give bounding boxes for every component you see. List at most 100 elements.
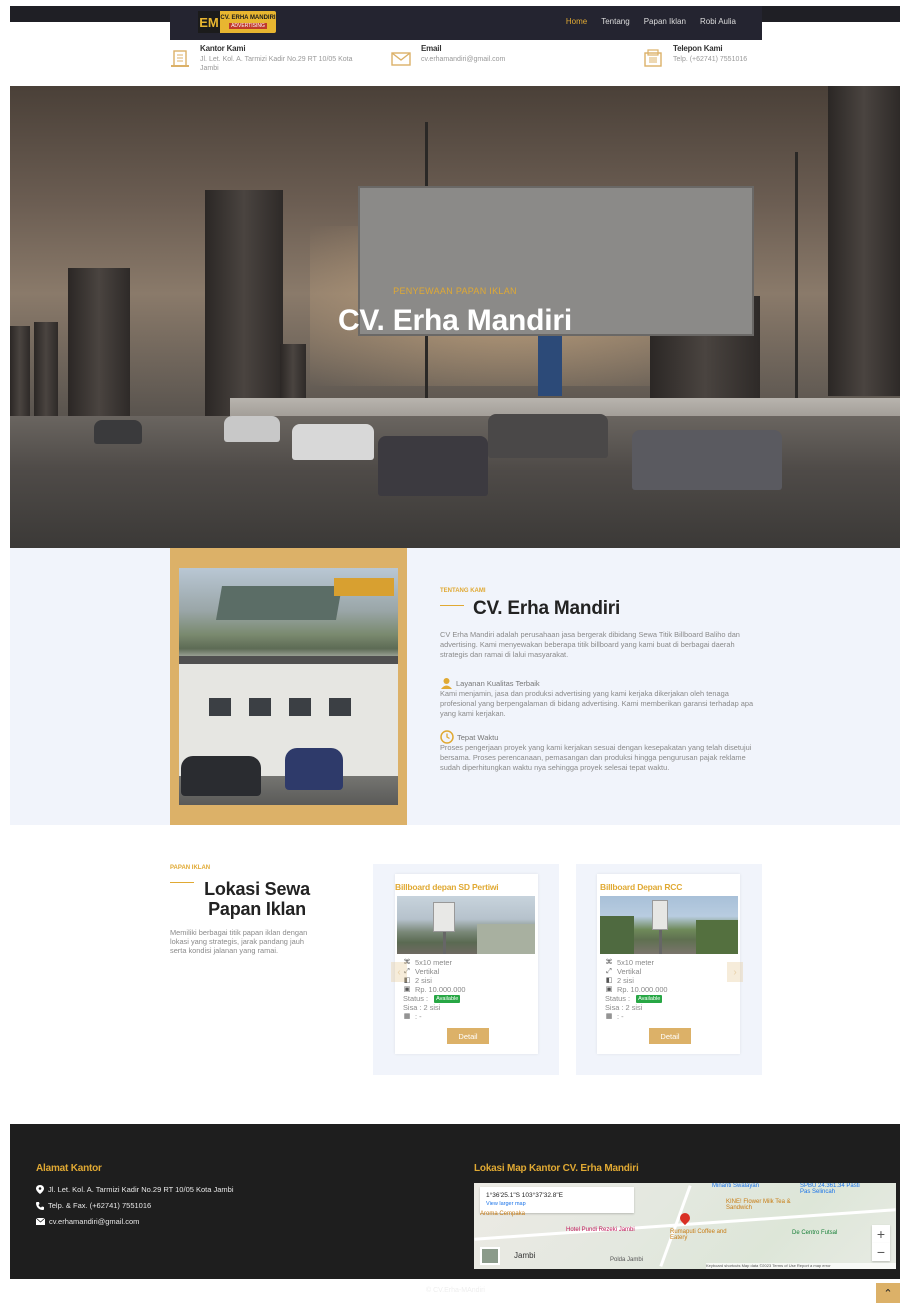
hero-car bbox=[488, 414, 608, 458]
carousel-next-button[interactable]: › bbox=[727, 962, 743, 982]
clock-icon bbox=[440, 730, 454, 744]
map-zoom-out-button[interactable]: − bbox=[872, 1243, 890, 1261]
spec-orientation: ⤢ Vertikal bbox=[403, 967, 439, 976]
map-zoom-in-button[interactable]: + bbox=[872, 1225, 890, 1243]
contact-phone-text: Telp. (+62741) 7551016 bbox=[673, 56, 748, 63]
spec-remaining: Sisa : 2 sisi bbox=[605, 1003, 642, 1012]
hero-car bbox=[292, 424, 374, 460]
photo-window bbox=[289, 698, 311, 716]
copyright: © CV.Erha-MAndiri bbox=[426, 1287, 485, 1294]
billboard-card: Billboard depan SD Pertiwi ⌘ 5x10 meter ⤢… bbox=[395, 874, 538, 1054]
billboard-photo[interactable] bbox=[600, 896, 738, 954]
hero-car bbox=[632, 430, 782, 490]
contact-phone: Telepon Kami Telp. (+62741) 7551016 bbox=[643, 44, 768, 84]
contact-office-title: Kantor Kami bbox=[200, 44, 246, 53]
contact-email-text[interactable]: cv.erhamandiri@gmail.com bbox=[421, 55, 505, 64]
envelope-icon bbox=[391, 52, 411, 66]
spec-size-value: 5x10 meter bbox=[415, 958, 452, 967]
map-marker-icon bbox=[36, 1185, 44, 1194]
spec-status: Status : Available bbox=[403, 994, 461, 1003]
footer-email-text[interactable]: cv.erhamandiri@gmail.com bbox=[49, 1217, 139, 1226]
back-to-top-button[interactable]: ⌃ bbox=[876, 1283, 900, 1303]
contact-office-text: Jl. Let. Kol. A. Tarmizi Kadir No.29 RT … bbox=[200, 56, 353, 72]
footer-phone-text: Telp. & Fax. (+62741) 7551016 bbox=[48, 1201, 152, 1210]
nav-item-home[interactable]: Home bbox=[566, 17, 587, 26]
calendar-icon: ▦ bbox=[403, 1013, 411, 1020]
spec-calendar: ▦: - bbox=[403, 1012, 422, 1021]
embedded-map[interactable]: 1°36'25.1"S 103°37'32.8"E View larger ma… bbox=[474, 1183, 896, 1269]
photo-billboard-pole bbox=[443, 932, 446, 954]
photo-window bbox=[249, 698, 271, 716]
footer-address-text: Jl. Let. Kol. A. Tarmizi Kadir No.29 RT … bbox=[48, 1185, 234, 1194]
hero-building bbox=[205, 190, 283, 416]
nav-item-papan-iklan[interactable]: Papan Iklan bbox=[644, 17, 686, 26]
money-icon: ▣ bbox=[605, 986, 613, 993]
spec-size: ⌘ 5x10 meter bbox=[403, 958, 452, 967]
spec-sides: ◧ 2 sisi bbox=[403, 976, 432, 985]
spec-orientation-value: Vertikal bbox=[415, 967, 440, 976]
photo-car bbox=[181, 756, 261, 796]
hero-building bbox=[10, 326, 30, 421]
spec-orientation: ⤢ Vertikal bbox=[605, 967, 641, 976]
spec-status-label: Status : bbox=[403, 994, 429, 1003]
brand-logo[interactable]: EM CV. ERHA MANDIRI ADVERTISING bbox=[198, 11, 276, 33]
footer-address: Jl. Let. Kol. A. Tarmizi Kadir No.29 RT … bbox=[36, 1185, 234, 1194]
map-label: Polda Jambi bbox=[610, 1257, 644, 1263]
billboard-card: Billboard Depan RCC ⌘ 5x10 meter ⤢ Vertika… bbox=[597, 874, 740, 1054]
billboard-section-title: Lokasi Sewa Papan Iklan bbox=[204, 879, 310, 919]
map-label: Hotel Pundi Rezeki Jambi bbox=[566, 1227, 635, 1233]
calendar-icon: ▦ bbox=[605, 1013, 613, 1020]
contact-email: Email cv.erhamandiri@gmail.com bbox=[391, 44, 591, 84]
nav-item-tentang[interactable]: Tentang bbox=[601, 17, 629, 26]
map-label: SPBU 24.361.34 Pasti Pas Selincah bbox=[800, 1183, 860, 1195]
map-attribution: Keyboard shortcuts Map data ©2023 Terms … bbox=[706, 1263, 896, 1269]
photo-trees bbox=[600, 916, 634, 954]
detail-button[interactable]: Detail bbox=[649, 1028, 691, 1044]
envelope-icon bbox=[36, 1218, 45, 1225]
spec-status: Status : Available bbox=[605, 994, 663, 1003]
map-label: Aroma Cempaka bbox=[480, 1211, 526, 1217]
map-label: Rumaputi Coffee and Eatery bbox=[670, 1229, 727, 1241]
map-label: Minanti Swalayan bbox=[712, 1183, 760, 1189]
map-label: KINE! Flower Milk Tea & Sandwich bbox=[726, 1199, 791, 1211]
photo-billboard-panel bbox=[652, 900, 668, 930]
feature-quality-title: Layanan Kualitas Terbaik bbox=[456, 678, 540, 688]
footer-address-heading: Alamat Kantor bbox=[36, 1163, 102, 1174]
billboard-name[interactable]: Billboard depan SD Pertiwi bbox=[395, 882, 499, 892]
footer-phone: Telp. & Fax. (+62741) 7551016 bbox=[36, 1201, 151, 1210]
map-label: Jambi bbox=[514, 1251, 536, 1260]
spec-remaining: Sisa : 2 sisi bbox=[403, 1003, 440, 1012]
hero-car bbox=[224, 416, 280, 442]
logo-text: CV. ERHA MANDIRI bbox=[220, 15, 276, 21]
map-larger-link[interactable]: View larger map bbox=[486, 1201, 526, 1207]
photo-storefront bbox=[477, 924, 535, 954]
spec-orientation-value: Vertikal bbox=[617, 967, 642, 976]
about-office-photo bbox=[179, 568, 398, 805]
carousel-prev-button[interactable]: ‹ bbox=[391, 962, 407, 982]
about-divider bbox=[440, 605, 464, 606]
billboard-name[interactable]: Billboard Depan RCC bbox=[600, 882, 682, 892]
layers-icon: ◧ bbox=[605, 977, 613, 984]
office-building-icon bbox=[171, 50, 189, 67]
logo-mark: EM bbox=[198, 11, 220, 33]
spec-calendar: ▦: - bbox=[605, 1012, 624, 1021]
spec-price: ▣ Rp. 10.000.000 bbox=[605, 985, 668, 994]
map-info-box: 1°36'25.1"S 103°37'32.8"E View larger ma… bbox=[480, 1187, 634, 1213]
photo-trees bbox=[696, 920, 738, 954]
feature-ontime-text: Proses pengerjaan proyek yang kami kerja… bbox=[440, 743, 752, 772]
map-satellite-toggle[interactable] bbox=[480, 1247, 500, 1265]
photo-billboard-pole bbox=[659, 930, 662, 954]
photo-car bbox=[285, 748, 343, 790]
photo-signboard bbox=[334, 578, 394, 596]
footer-email: cv.erhamandiri@gmail.com bbox=[36, 1217, 139, 1226]
nav-menu: Home Tentang Papan Iklan Robi Aulia bbox=[566, 17, 736, 26]
expand-icon: ⌘ bbox=[605, 959, 613, 966]
nav-item-user[interactable]: Robi Aulia bbox=[700, 17, 736, 26]
about-kicker: TENTANG KAMI bbox=[440, 588, 486, 594]
about-title: CV. Erha Mandiri bbox=[473, 598, 621, 619]
detail-button[interactable]: Detail bbox=[447, 1028, 489, 1044]
worker-icon bbox=[441, 678, 452, 689]
billboard-photo[interactable] bbox=[397, 896, 535, 954]
hero-car bbox=[94, 420, 142, 444]
spec-remaining-value: Sisa : 2 sisi bbox=[403, 1003, 441, 1012]
